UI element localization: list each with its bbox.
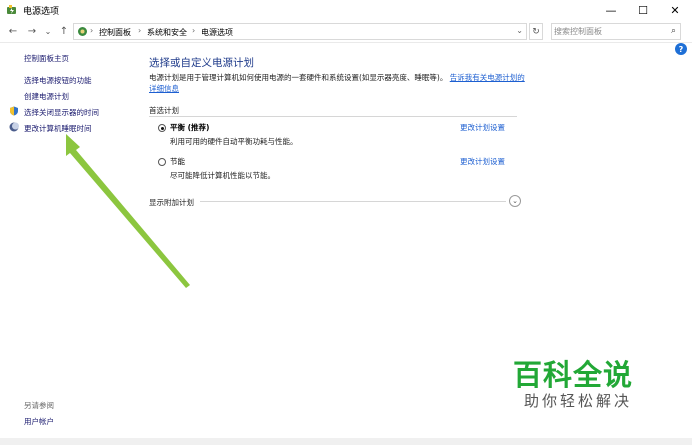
breadcrumb-power-options[interactable]: 电源选项 [201, 27, 233, 38]
section-divider [149, 116, 517, 117]
title-bar: 电源选项 — ☐ ✕ [0, 0, 692, 20]
watermark-subtitle: 助你轻松解决 [524, 392, 633, 410]
help-icon[interactable]: ? [675, 43, 687, 55]
forward-button[interactable]: → [25, 23, 39, 39]
balanced-change-settings-link[interactable]: 更改计划设置 [460, 122, 505, 133]
power-saver-change-settings-link[interactable]: 更改计划设置 [460, 156, 505, 167]
page-description: 电源计划是用于管理计算机如何使用电源的一套硬件和系统设置(如显示器亮度、睡眠等)… [149, 72, 529, 94]
power-options-icon [7, 5, 16, 14]
search-input[interactable] [554, 25, 664, 38]
left-navigation-pane: 控制面板主页 选择电源按钮的功能 创建电源计划 选择关闭显示器的时间 更改计算机… [0, 43, 140, 438]
power-saver-plan-radio[interactable] [158, 158, 166, 166]
close-button[interactable]: ✕ [660, 0, 690, 20]
recent-locations-button[interactable]: ⌄ [41, 23, 55, 39]
control-panel-home-link[interactable]: 控制面板主页 [24, 53, 69, 64]
see-also-user-accounts-link[interactable]: 用户帐户 [24, 416, 54, 427]
breadcrumb-separator: › [192, 26, 196, 35]
vertical-scrollbar[interactable] [684, 58, 690, 436]
breadcrumb-separator: › [90, 26, 94, 35]
breadcrumb-system-security[interactable]: 系统和安全 [147, 27, 187, 38]
balanced-plan-radio[interactable] [158, 124, 166, 132]
minimize-button[interactable]: — [596, 0, 626, 20]
balanced-plan-description: 利用可用的硬件自动平衡功耗与性能。 [170, 137, 298, 146]
balanced-plan-name[interactable]: 平衡 (推荐) [170, 122, 209, 133]
search-box[interactable]: ⌕ [551, 23, 681, 40]
address-row: ← → ⌄ ↑ › 控制面板 › 系统和安全 › 电源选项 ⌄ ↻ ⌕ [0, 21, 692, 41]
show-additional-plans-label[interactable]: 显示附加计划 [149, 197, 194, 208]
preferred-plans-heading: 首选计划 [149, 106, 179, 115]
refresh-button[interactable]: ↻ [529, 23, 543, 40]
sidebar-item-power-button[interactable]: 选择电源按钮的功能 [24, 75, 92, 86]
page-title: 选择或自定义电源计划 [149, 57, 254, 69]
moon-icon [9, 122, 19, 132]
address-bar[interactable]: › 控制面板 › 系统和安全 › 电源选项 ⌄ [73, 23, 527, 40]
sidebar-item-create-plan[interactable]: 创建电源计划 [24, 91, 69, 102]
search-icon[interactable]: ⌕ [671, 26, 676, 36]
additional-plans-divider [200, 201, 506, 202]
see-also-heading: 另请参阅 [24, 401, 54, 410]
description-text: 电源计划是用于管理计算机如何使用电源的一套硬件和系统设置(如显示器亮度、睡眠等)… [149, 73, 448, 82]
maximize-button[interactable]: ☐ [628, 0, 658, 20]
back-button[interactable]: ← [6, 23, 20, 39]
monitor-shield-icon [10, 106, 18, 116]
power-saver-plan-description: 尽可能降低计算机性能以节能。 [170, 171, 275, 180]
sidebar-item-sleep-time[interactable]: 更改计算机睡眠时间 [24, 123, 92, 134]
power-saver-plan-name[interactable]: 节能 [170, 156, 185, 167]
window-title: 电源选项 [23, 7, 60, 17]
window-bottom-edge [0, 438, 692, 445]
address-dropdown-icon[interactable]: ⌄ [516, 26, 523, 35]
watermark-logo: 百科全说 [513, 358, 634, 392]
up-button[interactable]: ↑ [57, 23, 71, 39]
control-panel-icon [78, 27, 87, 36]
sidebar-item-display-timeout[interactable]: 选择关闭显示器的时间 [24, 107, 99, 118]
breadcrumb-control-panel[interactable]: 控制面板 [99, 27, 131, 38]
expand-additional-plans-button[interactable]: ⌄ [509, 195, 521, 207]
breadcrumb-separator: › [138, 26, 142, 35]
